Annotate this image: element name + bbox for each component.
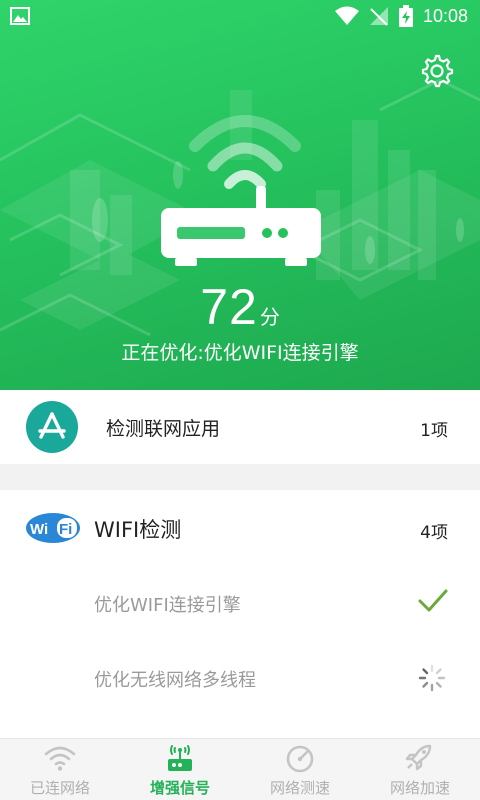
wifi-detect-card: Wi Fi WIFI检测 4项 优化WIFI连接引擎 优化无线网络多线程 bbox=[0, 490, 480, 738]
header-hero: 10:08 72 分 正在优化:优化WIFI连接引擎 bbox=[0, 0, 480, 390]
rocket-icon bbox=[405, 744, 432, 771]
tab-label: 增强信号 bbox=[149, 779, 210, 797]
wifi-logo-text-wi: Wi bbox=[30, 521, 48, 538]
tab-label: 网络加速 bbox=[389, 779, 450, 797]
battery-charging-icon bbox=[398, 5, 413, 27]
app-store-icon bbox=[26, 401, 78, 453]
tab-label: 网络测速 bbox=[269, 779, 330, 797]
wifi-check-item: 优化无线网络多线程 bbox=[94, 670, 256, 691]
wifi-check-item: 优化WIFI连接引擎 bbox=[94, 595, 241, 616]
tab-label: 已连网络 bbox=[29, 779, 90, 797]
speedometer-icon bbox=[286, 745, 314, 773]
router-icon bbox=[161, 115, 321, 266]
score-unit: 分 bbox=[259, 305, 280, 329]
status-time: 10:08 bbox=[422, 5, 468, 26]
spinner-icon bbox=[418, 664, 446, 692]
optimizing-status-text: 正在优化:优化WIFI连接引擎 bbox=[121, 342, 359, 364]
signal-router-icon bbox=[168, 745, 192, 771]
status-bar: 10:08 bbox=[0, 0, 480, 32]
wifi-logo-icon: Wi Fi bbox=[26, 513, 80, 543]
wifi-icon bbox=[44, 746, 76, 771]
tab-connected-networks[interactable]: 已连网络 bbox=[0, 739, 120, 800]
gear-icon[interactable] bbox=[420, 54, 454, 88]
score-value: 72 bbox=[200, 279, 258, 335]
score-display: 72 分 bbox=[0, 278, 480, 336]
app-detect-title: 检测联网应用 bbox=[106, 418, 221, 440]
wifi-detect-title: WIFI检测 bbox=[94, 518, 182, 542]
bottom-navigation: 已连网络 增强信号 网络测速 网络加速 bbox=[0, 738, 480, 800]
image-icon bbox=[10, 7, 30, 25]
app-detect-count: 1项 bbox=[420, 421, 448, 441]
wifi-detect-count: 4项 bbox=[420, 523, 448, 543]
tab-network-boost[interactable]: 网络加速 bbox=[360, 739, 480, 800]
no-signal-icon bbox=[369, 7, 388, 26]
wifi-icon bbox=[334, 6, 359, 25]
tab-boost-signal[interactable]: 增强信号 bbox=[120, 739, 240, 800]
tab-speed-test[interactable]: 网络测速 bbox=[240, 739, 360, 800]
app-detect-row[interactable]: 检测联网应用 1项 bbox=[0, 390, 480, 464]
check-icon bbox=[418, 589, 448, 612]
wifi-logo-text-fi: Fi bbox=[59, 521, 72, 538]
